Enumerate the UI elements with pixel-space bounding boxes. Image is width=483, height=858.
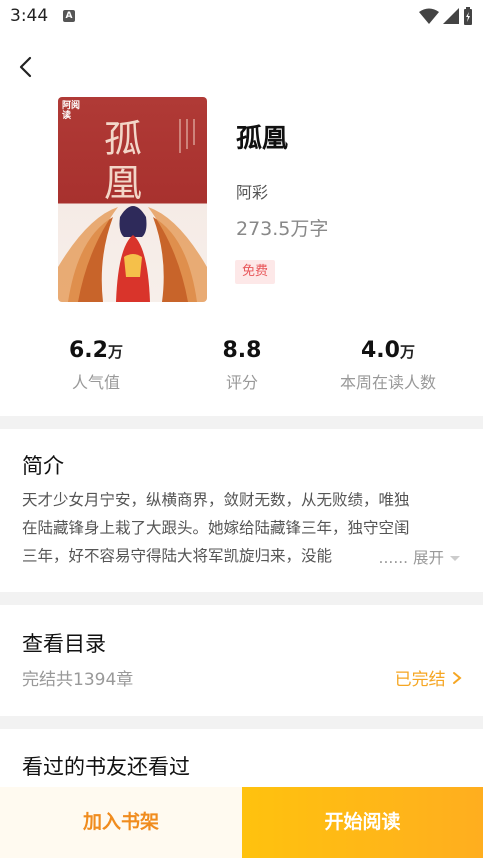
add-to-shelf-button[interactable]: 加入书架 bbox=[0, 787, 242, 858]
book-author[interactable]: 阿彩 bbox=[236, 179, 268, 203]
stat-popularity: 6.2万 人气值 bbox=[56, 338, 136, 393]
signal-icon bbox=[443, 8, 459, 24]
stat-value: 8.8 bbox=[222, 338, 262, 363]
start-reading-button[interactable]: 开始阅读 bbox=[242, 787, 483, 858]
battery-icon bbox=[464, 7, 472, 25]
bottom-action-bar: 加入书架 开始阅读 bbox=[0, 787, 483, 858]
stat-label: 本周在读人数 bbox=[339, 373, 436, 392]
book-title: 孤凰 bbox=[236, 124, 289, 154]
recommend-heading: 看过的书友还看过 bbox=[22, 755, 190, 779]
stat-value: 4.0 bbox=[361, 338, 400, 363]
status-icons bbox=[419, 7, 473, 25]
section-divider bbox=[0, 716, 483, 729]
status-time: 3:44 bbox=[10, 6, 49, 26]
stat-rating: 8.8 评分 bbox=[202, 338, 282, 393]
wifi-icon bbox=[419, 8, 439, 24]
intro-line: 在陆藏锋身上栽了大跟头。她嫁给陆藏锋三年，独守空闺 bbox=[22, 519, 410, 537]
stat-unit: 万 bbox=[107, 343, 123, 361]
book-cover[interactable]: 阿阅读 孤凰 bbox=[58, 97, 207, 302]
word-count: 273.5万字 bbox=[236, 218, 329, 240]
intro-ellipsis: ...... bbox=[378, 549, 409, 567]
chevron-right-icon bbox=[453, 672, 462, 684]
status-bar: 3:44 A bbox=[0, 0, 483, 34]
intro-line: 天才少女月宁安，纵横商界，敛财无数，从无败绩，唯独 bbox=[22, 491, 410, 509]
expand-label: 展开 bbox=[413, 549, 445, 567]
publisher-logo: 阿阅读 bbox=[62, 101, 81, 121]
expand-toggle[interactable]: ...... 展开 bbox=[374, 544, 461, 572]
stat-label: 评分 bbox=[225, 373, 258, 392]
notification-app-icon: A bbox=[63, 10, 75, 22]
caret-down-icon bbox=[450, 556, 460, 561]
stat-label: 人气值 bbox=[71, 373, 120, 392]
section-divider bbox=[0, 416, 483, 429]
catalog-link[interactable]: 已完结 bbox=[395, 665, 463, 690]
back-button[interactable] bbox=[14, 54, 40, 80]
chapter-count: 完结共1394章 bbox=[22, 670, 134, 690]
stat-value: 6.2 bbox=[69, 338, 108, 363]
cover-blurb-decoration bbox=[177, 119, 199, 156]
intro-line-text: 三年，好不容易守得陆大将军凯旋归来，没能 bbox=[22, 547, 333, 565]
free-badge: 免费 bbox=[235, 260, 276, 284]
intro-heading: 简介 bbox=[22, 454, 64, 478]
chevron-left-icon bbox=[19, 56, 32, 78]
stat-unit: 万 bbox=[399, 343, 415, 361]
completed-status: 已完结 bbox=[394, 670, 446, 690]
cover-illustration bbox=[58, 206, 207, 302]
stat-weekly-readers: 4.0万 本周在读人数 bbox=[330, 338, 446, 393]
catalog-heading[interactable]: 查看目录 bbox=[22, 628, 106, 658]
section-divider bbox=[0, 592, 483, 605]
